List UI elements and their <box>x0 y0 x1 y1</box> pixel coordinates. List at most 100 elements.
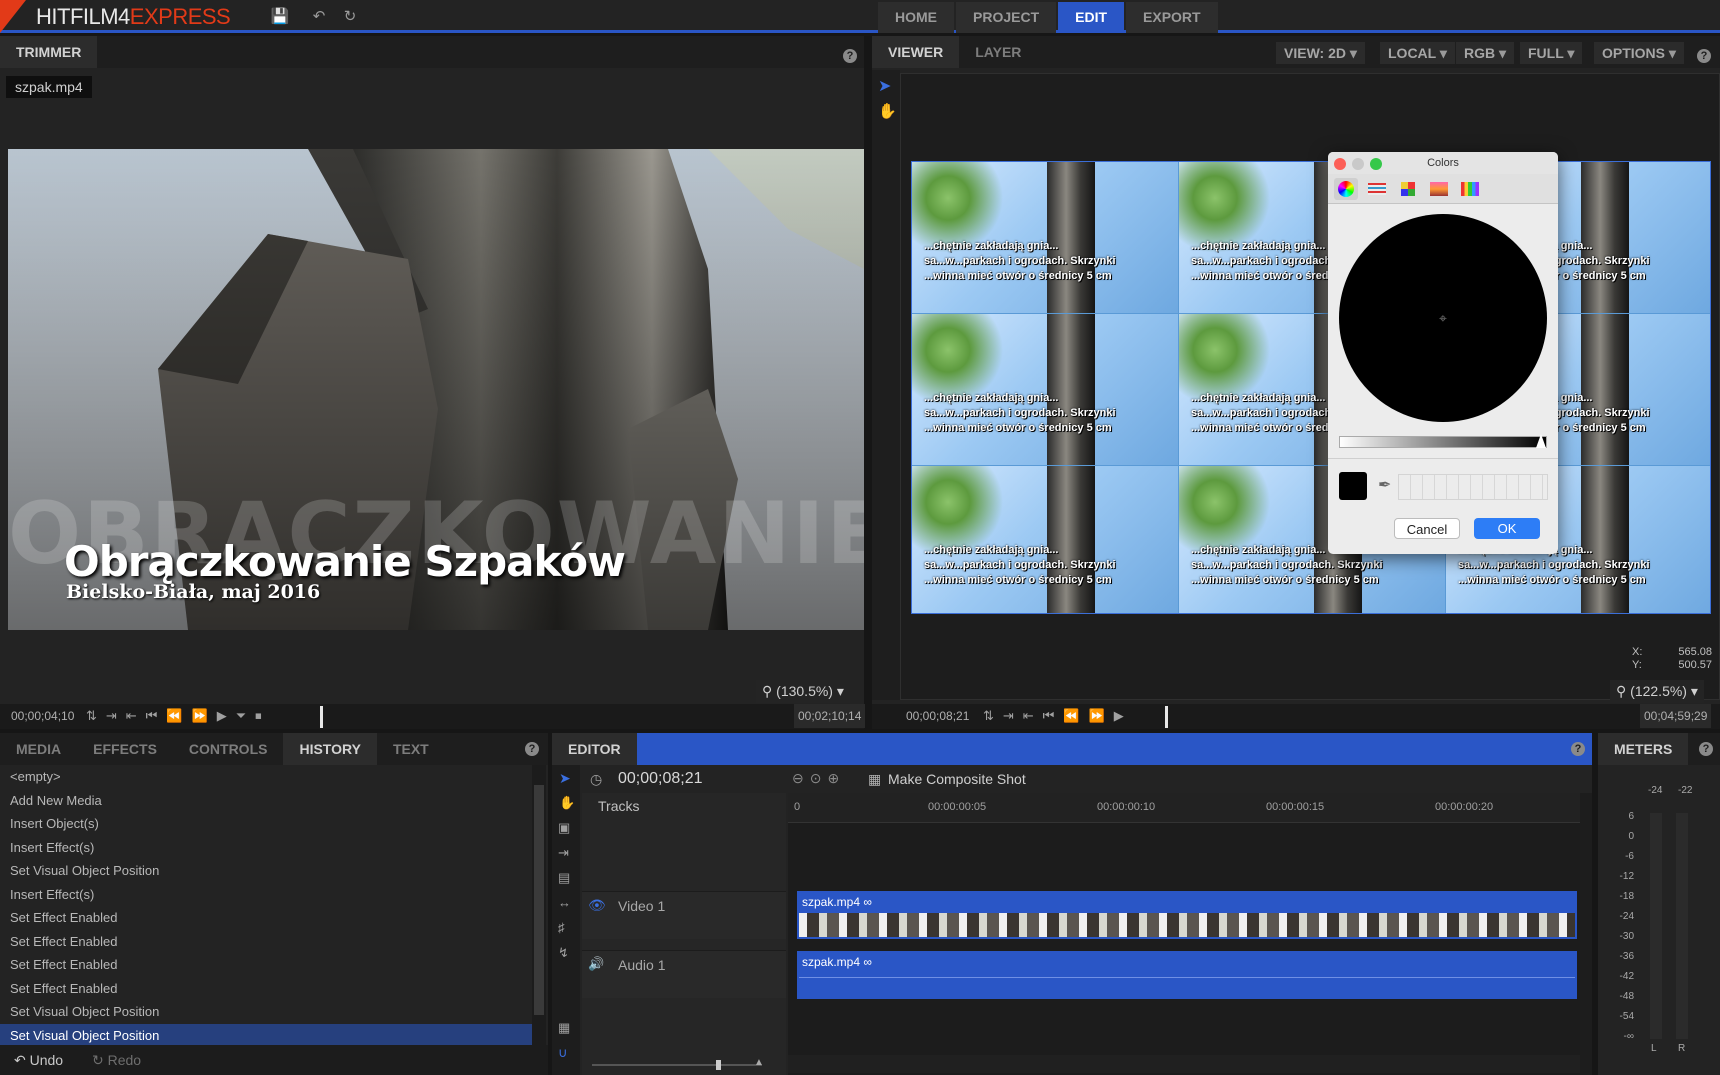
cancel-button[interactable]: Cancel <box>1394 518 1460 539</box>
tab-effects[interactable]: EFFECTS <box>77 733 173 765</box>
storyboard-icon[interactable]: ▦ <box>558 1020 570 1036</box>
tab-trimmer[interactable]: TRIMMER <box>0 36 98 68</box>
timeline-vertical-scrollbar[interactable] <box>1580 793 1592 1075</box>
zoom-slider-thumb[interactable] <box>716 1060 721 1070</box>
timeline-scrollbar[interactable] <box>788 1055 1580 1073</box>
tab-editor[interactable]: EDITOR <box>552 733 637 765</box>
minimize-window-icon[interactable] <box>1352 158 1364 170</box>
color-wheel-tab[interactable] <box>1334 178 1358 200</box>
roll-tool-icon[interactable]: ↔ <box>558 895 571 910</box>
select-tool-icon[interactable]: ➤ <box>878 76 891 96</box>
nav-home[interactable]: HOME <box>878 2 954 33</box>
viewer-playhead[interactable] <box>1165 706 1168 728</box>
select-tool-icon[interactable]: ➤ <box>559 770 571 787</box>
image-palettes-tab[interactable] <box>1427 178 1451 200</box>
undo-icon[interactable]: ↶ <box>309 7 329 27</box>
rate-tool-icon[interactable]: ♯ <box>558 920 565 935</box>
history-item[interactable]: Set Visual Object Position <box>0 1000 532 1024</box>
zoom-in-icon[interactable]: ▲ <box>754 1057 764 1068</box>
nav-edit[interactable]: EDIT <box>1058 2 1125 33</box>
audio-track-header[interactable]: 🔊 Audio 1 <box>582 950 786 998</box>
zoom-window-icon[interactable] <box>1370 158 1382 170</box>
help-icon[interactable]: ? <box>843 49 857 63</box>
space-dropdown[interactable]: LOCAL <box>1380 42 1455 64</box>
pan-tool-icon[interactable]: ✋ <box>559 795 575 811</box>
nav-arrow-icons[interactable]: ⊖⊙⊕ <box>792 770 845 787</box>
viewer-frame[interactable]: ...chętnie zakładają gnia... sa...w...par… <box>911 161 1711 614</box>
color-wheel-icon <box>1338 181 1354 197</box>
editor-timecode[interactable]: 00;00;08;21 <box>618 770 703 788</box>
eye-icon[interactable]: 👁 <box>588 897 606 914</box>
slip-tool-icon[interactable]: ⇥ <box>558 845 569 861</box>
trimmer-transport-buttons[interactable]: ⇅⇥⇤⏮⏪⏩▶⏷⏹ <box>86 708 271 724</box>
nav-project[interactable]: PROJECT <box>956 2 1057 33</box>
close-window-icon[interactable] <box>1334 158 1346 170</box>
slice-tool-icon[interactable]: ▣ <box>558 820 570 836</box>
ripple-tool-icon[interactable]: ▤ <box>558 870 570 886</box>
tab-layer[interactable]: LAYER <box>959 36 1037 68</box>
crayons-tab[interactable] <box>1458 178 1482 200</box>
x-label: X: <box>1632 646 1643 658</box>
swatch-grid[interactable] <box>1398 474 1548 500</box>
history-item[interactable]: Insert Object(s) <box>0 812 532 836</box>
scrollbar-thumb[interactable] <box>534 785 544 1015</box>
tab-media[interactable]: MEDIA <box>0 733 77 765</box>
viewer-transport-buttons[interactable]: ⇅⇥⇤⏮⏪⏩▶ <box>983 708 1133 724</box>
timeline-ruler[interactable]: 0 00:00:00:05 00:00:00:10 00:00:00:15 00:00:… <box>788 793 1580 823</box>
help-icon[interactable]: ? <box>1571 742 1585 756</box>
current-color-swatch[interactable] <box>1339 472 1367 500</box>
trimmer-playhead[interactable] <box>320 706 323 728</box>
video-track-label: Video 1 <box>618 898 666 914</box>
history-item[interactable]: <empty> <box>0 765 532 789</box>
tab-controls[interactable]: CONTROLS <box>173 733 284 765</box>
overlay-text-line: sa...w...parkach i ogrodach. Skrzynki <box>924 559 1116 571</box>
speaker-icon[interactable]: 🔊 <box>588 956 604 972</box>
magnet-icon[interactable]: ∪ <box>558 1045 568 1061</box>
trimmer-file-tab[interactable]: szpak.mp4 <box>6 76 92 98</box>
tab-text[interactable]: TEXT <box>377 733 445 765</box>
color-wheel[interactable]: ⌖ <box>1339 214 1547 422</box>
tab-meters[interactable]: METERS <box>1598 733 1689 765</box>
trimmer-zoom[interactable]: ⚲ (130.5%) ▾ <box>756 680 850 703</box>
tab-viewer[interactable]: VIEWER <box>872 36 960 68</box>
view-mode-dropdown[interactable]: VIEW: 2D <box>1276 42 1365 64</box>
history-item[interactable]: Set Effect Enabled <box>0 977 532 1001</box>
color-palettes-tab[interactable] <box>1396 178 1420 200</box>
undo-button[interactable]: ↶ Undo <box>14 1052 63 1069</box>
history-item[interactable]: Set Effect Enabled <box>0 906 532 930</box>
history-scrollbar[interactable] <box>532 765 546 1045</box>
brightness-slider[interactable] <box>1339 434 1547 448</box>
timeline-area[interactable]: 0 00:00:00:05 00:00:00:10 00:00:00:15 00:00:… <box>788 793 1580 1075</box>
pan-tool-icon[interactable]: ✋ <box>878 102 897 120</box>
history-item[interactable]: Set Visual Object Position <box>0 859 532 883</box>
history-item[interactable]: Set Effect Enabled <box>0 930 532 954</box>
history-item[interactable]: Add New Media <box>0 789 532 813</box>
nav-export[interactable]: EXPORT <box>1126 2 1218 33</box>
resolution-dropdown[interactable]: FULL <box>1520 42 1583 64</box>
help-icon[interactable]: ? <box>1697 49 1711 63</box>
options-dropdown[interactable]: OPTIONS <box>1594 42 1684 64</box>
help-icon[interactable]: ? <box>1699 742 1713 756</box>
save-icon[interactable]: 💾 <box>270 7 290 27</box>
link-tool-icon[interactable]: ↯ <box>558 945 569 961</box>
history-item[interactable]: Set Effect Enabled <box>0 953 532 977</box>
eyedropper-icon[interactable]: ✒ <box>1378 475 1391 495</box>
make-composite-button[interactable]: Make Composite Shot <box>888 771 1026 787</box>
zoom-slider[interactable]: ▲ <box>586 1057 782 1072</box>
history-item[interactable]: Insert Effect(s) <box>0 883 532 907</box>
viewer-zoom[interactable]: ⚲ (122.5%) ▾ <box>1610 680 1704 703</box>
trunk-graphic <box>1047 162 1095 313</box>
slider-thumb[interactable] <box>1536 434 1546 448</box>
video-clip[interactable]: szpak.mp4 ∞ <box>797 891 1577 939</box>
redo-button[interactable]: ↻ Redo <box>92 1052 141 1069</box>
redo-icon[interactable]: ↻ <box>340 7 360 27</box>
history-item[interactable]: Insert Effect(s) <box>0 836 532 860</box>
color-sliders-tab[interactable] <box>1365 178 1389 200</box>
audio-clip[interactable]: szpak.mp4 ∞ <box>797 951 1577 999</box>
ok-button[interactable]: OK <box>1474 518 1540 539</box>
channel-dropdown[interactable]: RGB <box>1456 42 1515 64</box>
video-track-header[interactable]: 👁 Video 1 <box>582 891 786 939</box>
history-item[interactable]: Set Visual Object Position <box>0 1023 532 1047</box>
help-icon[interactable]: ? <box>525 742 539 756</box>
tab-history[interactable]: HISTORY <box>283 733 377 765</box>
